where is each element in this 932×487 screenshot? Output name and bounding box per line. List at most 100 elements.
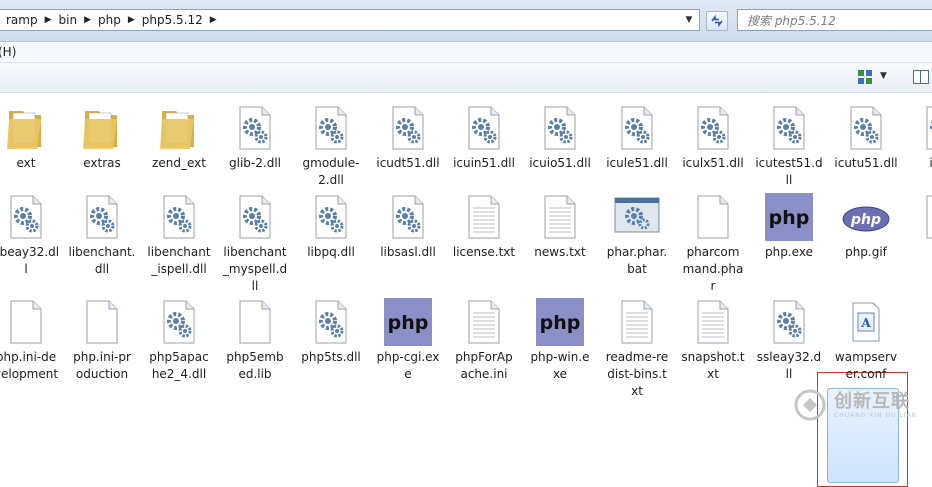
file-name: php.gif	[845, 245, 887, 259]
breadcrumb: ramp ▶ bin ▶ php ▶ php5.5.12 ▶	[0, 10, 225, 30]
address-bar[interactable]: ramp ▶ bin ▶ php ▶ php5.5.12 ▶ ▼	[0, 9, 700, 31]
refresh-icon	[711, 15, 723, 27]
file-name: ph	[903, 244, 932, 261]
file-item[interactable]: pharcom mand.pha r	[674, 192, 752, 295]
change-view-icon[interactable]	[858, 70, 872, 84]
file-item[interactable]: icule51.dll	[598, 103, 676, 172]
file-name: gmodule- 2.dll	[302, 156, 360, 187]
file-item[interactable]: icudt51.dll	[369, 103, 447, 172]
file-item[interactable]: readme-re dist-bins.t xt	[598, 297, 676, 400]
file-item[interactable]: php5ts.dll	[292, 297, 370, 366]
text-file-icon	[459, 297, 509, 347]
address-dropdown-icon[interactable]: ▼	[682, 12, 696, 28]
file-name: php-cgi.ex e	[376, 350, 440, 381]
watermark: 创新互联 CHUANG XIN HU LIAN	[792, 382, 932, 428]
svg-text:php: php	[769, 207, 810, 229]
file-item[interactable]: ph	[903, 192, 932, 261]
crumb-wamp[interactable]: ramp	[3, 13, 41, 27]
blank-file-icon	[230, 297, 280, 347]
file-item[interactable]: libenchant _myspell.d ll	[216, 192, 294, 295]
dll-file-icon	[77, 192, 127, 242]
file-name: php.exe	[765, 245, 813, 259]
text-file-icon	[612, 297, 662, 347]
file-item[interactable]: php php.gif	[827, 192, 905, 261]
folder-icon	[154, 103, 204, 153]
text-file-icon	[535, 192, 585, 242]
file-name: icule51.dll	[606, 156, 668, 170]
crumb-arrow-icon[interactable]: ▶	[206, 15, 221, 25]
file-item[interactable]: snapshot.t xt	[674, 297, 752, 383]
php-gif-icon: php	[841, 192, 891, 242]
dll-file-icon	[917, 103, 932, 153]
svg-text:php: php	[540, 312, 581, 334]
crumb-bin[interactable]: bin	[56, 13, 81, 27]
text-file-icon	[459, 192, 509, 242]
dll-file-icon	[154, 297, 204, 347]
file-name: icutest51.d ll	[755, 156, 823, 187]
file-item[interactable]: libpq.dll	[292, 192, 370, 261]
dll-file-icon	[383, 192, 433, 242]
file-name: news.txt	[534, 245, 586, 259]
file-item[interactable]: phpForAp ache.ini	[445, 297, 523, 383]
view-dropdown-icon[interactable]: ▼	[880, 71, 887, 81]
file-item[interactable]: news.txt	[521, 192, 599, 261]
file-item[interactable]: gmodule- 2.dll	[292, 103, 370, 189]
file-name: php-win.e xe	[530, 350, 590, 381]
file-item[interactable]: php.ini-de velopment	[0, 297, 65, 383]
dll-file-icon	[306, 103, 356, 153]
file-name: php5ts.dll	[301, 350, 361, 364]
search-input[interactable]: 搜索 php5.5.12	[737, 9, 932, 31]
crumb-arrow-icon[interactable]: ▶	[41, 15, 56, 25]
watermark-en: CHUANG XIN HU LIAN	[834, 411, 918, 419]
file-item[interactable]: php php-win.e xe	[521, 297, 599, 383]
svg-text:A: A	[860, 316, 871, 330]
crumb-php[interactable]: php	[95, 13, 124, 27]
file-name: phar.phar. bat	[606, 245, 668, 276]
file-item[interactable]: zend_ext	[140, 103, 218, 172]
crumb-arrow-icon[interactable]: ▶	[80, 15, 95, 25]
file-item[interactable]: libenchant. dll	[63, 192, 141, 278]
file-item[interactable]: php php-cgi.ex e	[369, 297, 447, 383]
file-item[interactable]: libeay32.dll	[0, 192, 65, 278]
file-name: php.ini-pr oduction	[73, 350, 131, 381]
preview-pane-icon[interactable]	[913, 70, 929, 84]
dll-file-icon	[459, 103, 509, 153]
file-item[interactable]: glib-2.dll	[216, 103, 294, 172]
file-item[interactable]: icutest51.d ll	[750, 103, 828, 189]
crumb-php5512[interactable]: php5.5.12	[139, 13, 206, 27]
file-item[interactable]: icuio51.dll	[521, 103, 599, 172]
file-name: phpForAp ache.ini	[455, 350, 513, 381]
file-item[interactable]: ssleay32.d ll	[750, 297, 828, 383]
file-item[interactable]: icuin51.dll	[445, 103, 523, 172]
file-item[interactable]: php5emb ed.lib	[216, 297, 294, 383]
file-item[interactable]: libsasl.dll	[369, 192, 447, 261]
file-item[interactable]: Awampserv er.conf	[827, 297, 905, 383]
file-item[interactable]: license.txt	[445, 192, 523, 261]
file-name: snapshot.t xt	[681, 350, 745, 381]
file-name: icuu	[929, 156, 932, 170]
file-item[interactable]: php5apac he2_4.dll	[140, 297, 218, 383]
file-item[interactable]: phar.phar. bat	[598, 192, 676, 278]
dll-file-icon	[1, 192, 51, 242]
config-file-icon: A	[841, 297, 891, 347]
menu-help[interactable]: (H)	[0, 45, 16, 59]
file-item[interactable]: ext	[0, 103, 65, 172]
svg-text:php: php	[388, 312, 429, 334]
dll-file-icon	[230, 192, 280, 242]
menu-bar: (H)	[0, 42, 932, 63]
refresh-button[interactable]	[706, 11, 728, 31]
file-name: icutu51.dll	[834, 156, 898, 170]
file-name: libenchant _ispell.dll	[147, 245, 211, 276]
file-item[interactable]: extras	[63, 103, 141, 172]
crumb-arrow-icon[interactable]: ▶	[124, 15, 139, 25]
file-name: readme-re dist-bins.t xt	[605, 350, 669, 398]
file-item[interactable]: php php.exe	[750, 192, 828, 261]
dll-file-icon	[764, 103, 814, 153]
file-item[interactable]: icutu51.dll	[827, 103, 905, 172]
file-item[interactable]: php.ini-pr oduction	[63, 297, 141, 383]
file-item[interactable]: libenchant _ispell.dll	[140, 192, 218, 278]
file-item[interactable]: icuu	[903, 103, 932, 172]
file-item[interactable]: iculx51.dll	[674, 103, 752, 172]
php-exe-icon: php	[535, 297, 585, 347]
file-name: libenchant. dll	[68, 245, 136, 276]
